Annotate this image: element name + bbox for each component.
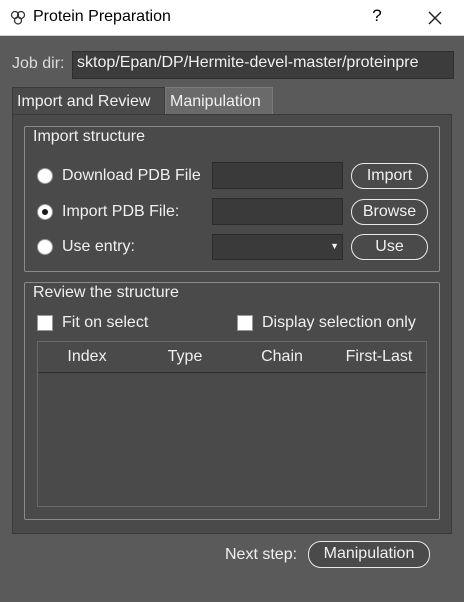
chevron-down-icon: ▼ [330,241,339,251]
use-entry-radio[interactable] [37,239,53,255]
next-step-label: Next step: [225,546,298,563]
download-pdb-label: Download PDB File [62,167,201,184]
review-structure-title: Review the structure [30,284,182,302]
display-selection-only-label: Display selection only [262,314,416,331]
window-title: Protein Preparation [33,8,171,25]
tab-manipulation[interactable]: Manipulation [165,87,273,115]
structure-table[interactable]: Index Type Chain First-Last [37,341,427,507]
import-button[interactable]: Import [351,163,428,189]
table-header: Index Type Chain First-Last [38,342,426,373]
column-header-first-last[interactable]: First-Last [336,348,422,366]
title-bar: Protein Preparation ? [0,0,464,36]
fit-on-select-label: Fit on select [62,314,149,331]
column-header-index[interactable]: Index [48,348,126,366]
download-pdb-input[interactable] [212,162,343,189]
help-button[interactable]: ? [368,6,386,26]
close-icon[interactable] [426,9,444,27]
import-pdb-radio[interactable] [37,204,53,220]
column-header-chain[interactable]: Chain [243,348,321,366]
fit-on-select-checkbox[interactable] [37,315,53,331]
table-body[interactable] [38,373,426,506]
job-dir-input[interactable]: sktop/Epan/DP/Hermite-devel-master/prote… [72,51,454,79]
column-header-type[interactable]: Type [146,348,224,366]
browse-button[interactable]: Browse [351,199,428,225]
use-button[interactable]: Use [351,234,428,260]
tab-import-and-review[interactable]: Import and Review [12,87,165,115]
import-structure-title: Import structure [30,128,149,146]
manipulation-next-button[interactable]: Manipulation [308,541,430,568]
use-entry-label: Use entry: [62,238,135,255]
job-dir-label: Job dir: [12,55,65,72]
protein-icon [10,10,26,25]
import-pdb-label: Import PDB File: [62,203,180,220]
import-pdb-input[interactable] [212,198,343,225]
display-selection-only-checkbox[interactable] [237,315,253,331]
use-entry-select[interactable]: ▼ [212,234,343,260]
download-pdb-radio[interactable] [37,168,53,184]
